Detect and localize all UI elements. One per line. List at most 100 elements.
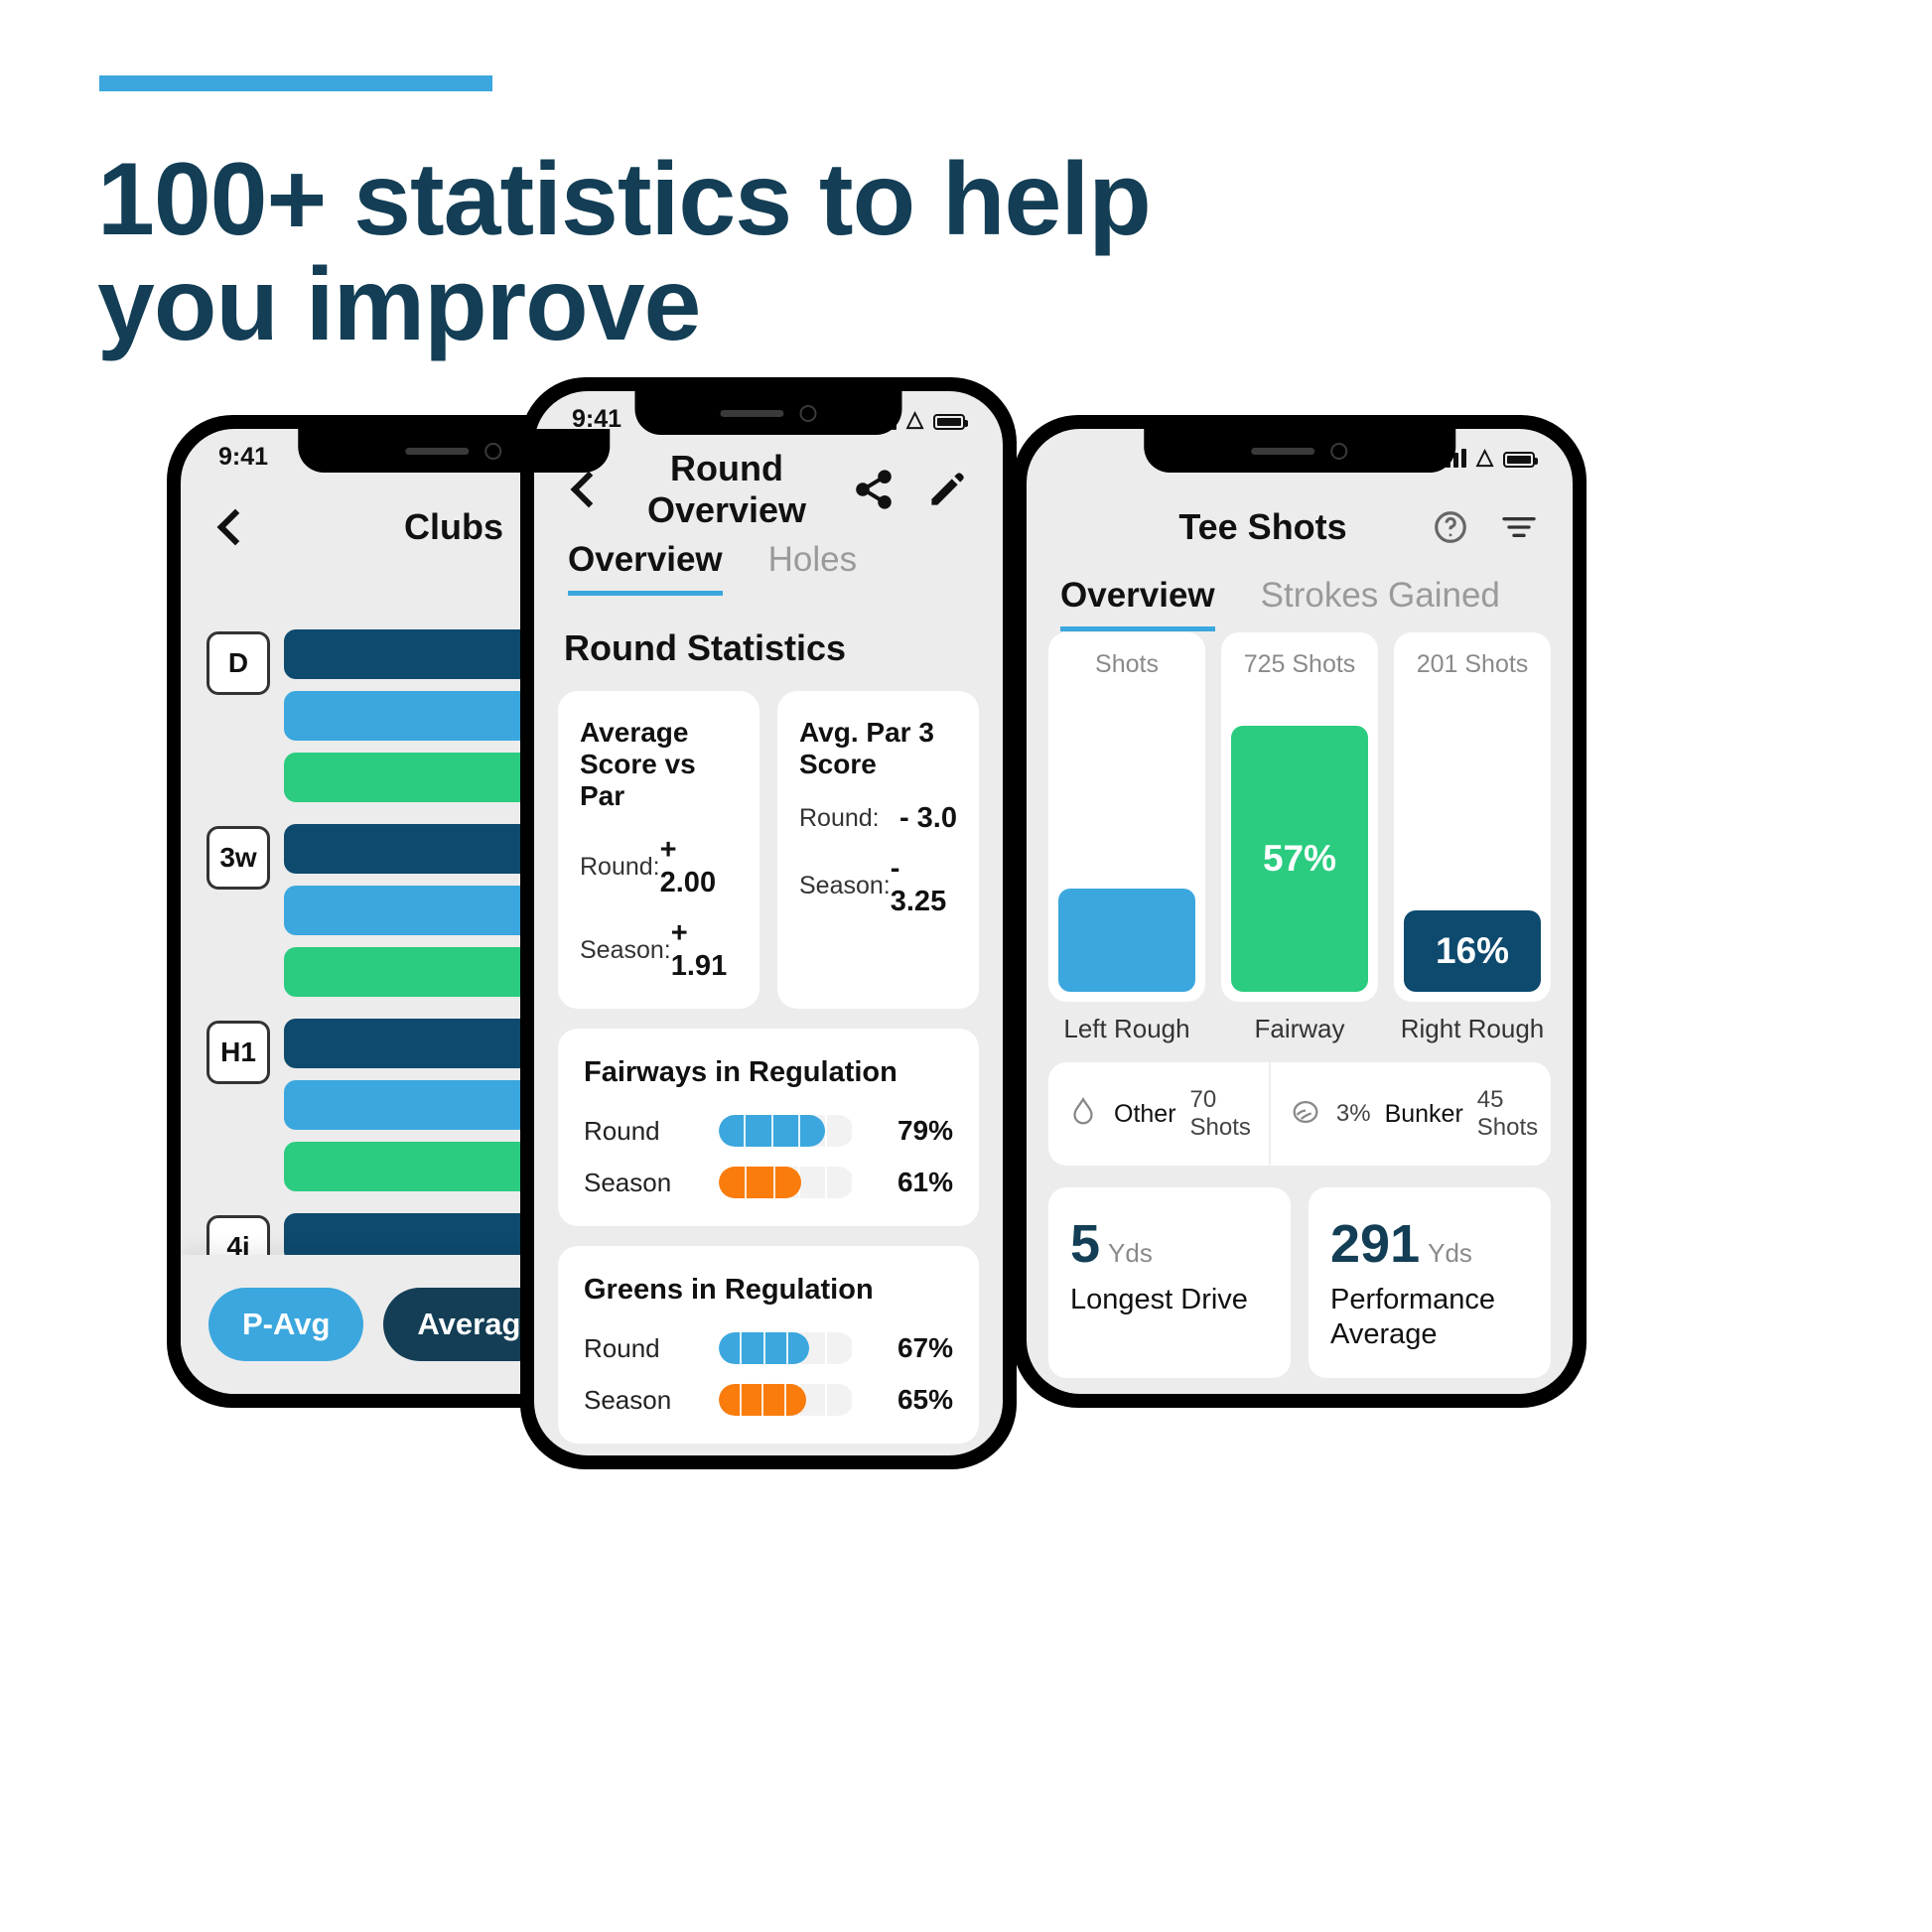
stat-tile-longest-drive[interactable]: 5 Yds Longest Drive xyxy=(1048,1187,1291,1378)
card-row: Round: - 3.0 xyxy=(799,802,957,835)
surface-title: Bunker xyxy=(1384,1099,1463,1128)
shot-count: 201 Shots xyxy=(1416,650,1529,678)
camera-icon xyxy=(799,404,817,422)
round-overview-body: Round Statistics Average Score vs Par Ro… xyxy=(534,612,1003,1455)
question-circle-icon[interactable] xyxy=(1432,508,1469,546)
progress-fill xyxy=(719,1384,807,1416)
stat-unit: Yds xyxy=(1428,1238,1472,1268)
dispersion-bar xyxy=(1058,888,1195,992)
club-tag: D xyxy=(207,631,270,695)
stat-caption: Longest Drive xyxy=(1070,1284,1248,1315)
stat-tile-performance-average[interactable]: 291 Yds Performance Average xyxy=(1309,1187,1551,1378)
card-row: Season: - 3.25 xyxy=(799,853,957,918)
progress-fill xyxy=(719,1332,810,1364)
progress-track xyxy=(719,1384,854,1416)
tab-overview[interactable]: Overview xyxy=(1060,576,1215,631)
chevron-left-icon[interactable] xyxy=(214,510,248,544)
surface-rows: Other 70 Shots 3% Bunker 45 Shots xyxy=(1048,1062,1551,1166)
stat-row-round: Round 79% xyxy=(584,1115,953,1147)
stat-row-round: Round 67% xyxy=(584,1332,953,1364)
surface-row-other[interactable]: Other 70 Shots xyxy=(1048,1062,1269,1166)
stat-unit: Yds xyxy=(1108,1238,1153,1268)
dispersion-card: 725 Shots 57% xyxy=(1221,632,1378,1002)
surface-pct: 3% xyxy=(1335,1100,1371,1127)
filter-icon[interactable] xyxy=(1499,507,1539,547)
wifi-icon: △ xyxy=(1476,444,1493,469)
row-key: Season: xyxy=(580,935,671,964)
row-label: Round xyxy=(584,1115,660,1146)
dispersion-col-right-rough[interactable]: 201 Shots 16% Right Rough xyxy=(1394,632,1551,1044)
dispersion-col-left-rough[interactable]: Shots Left Rough xyxy=(1048,632,1205,1044)
pencil-icon[interactable] xyxy=(925,468,969,511)
phone-round-overview: 9:41 △ Round Overview Overview Holes Rou… xyxy=(520,377,1017,1469)
card-avg-par-3-score[interactable]: Avg. Par 3 Score Round: - 3.0 Season: - … xyxy=(777,691,979,1009)
share-icon[interactable] xyxy=(852,468,896,511)
nav-actions xyxy=(1432,507,1539,547)
row-percent: 67% xyxy=(897,1332,953,1363)
status-time: 9:41 xyxy=(218,442,269,471)
filter-pill-p-avg[interactable]: P-Avg xyxy=(208,1288,364,1361)
row-key: Season: xyxy=(799,871,891,899)
tee-shots-screen: 9:41 △ Tee Shots xyxy=(1027,429,1573,1394)
card-greens-in-regulation[interactable]: Greens in Regulation Round 67% Season 65… xyxy=(558,1246,979,1444)
dispersion-label: Right Rough xyxy=(1400,1014,1545,1043)
page-title: 100+ statistics to help you improve xyxy=(97,147,1388,357)
row-key: Round: xyxy=(799,804,880,832)
promo-canvas: 100+ statistics to help you improve 9:41… xyxy=(0,0,1932,1932)
row-key: Round: xyxy=(580,852,660,881)
speaker-icon xyxy=(720,409,784,417)
dispersion-bar: 57% xyxy=(1231,726,1368,992)
card-fairways-in-regulation[interactable]: Fairways in Regulation Round 79% Season xyxy=(558,1029,979,1226)
tab-strokes-gained[interactable]: Strokes Gained xyxy=(1261,576,1500,631)
accent-bar xyxy=(99,75,492,91)
club-tag: 3w xyxy=(207,826,270,890)
water-icon xyxy=(1066,1095,1100,1134)
shot-count: Shots xyxy=(1095,650,1159,678)
speaker-icon xyxy=(405,447,470,455)
card-title: Avg. Par 3 Score xyxy=(799,717,934,779)
dispersion-label: Left Rough xyxy=(1063,1014,1190,1043)
row-value: - 3.0 xyxy=(898,802,957,834)
card-title: Fairways in Regulation xyxy=(584,1056,897,1088)
headline-line-1: 100+ statistics to help xyxy=(97,142,1152,257)
card-row: Season: + 1.91 xyxy=(580,917,738,983)
progress-track xyxy=(719,1332,854,1364)
stat-row-season: Season 65% xyxy=(584,1384,953,1416)
speaker-icon xyxy=(1251,447,1315,455)
tab-holes[interactable]: Holes xyxy=(768,540,857,596)
section-title: Round Statistics xyxy=(564,627,847,668)
nav-actions xyxy=(852,468,969,511)
card-title: Average Score vs Par xyxy=(580,717,696,811)
stat-value: 5 xyxy=(1070,1214,1101,1274)
bunker-icon xyxy=(1289,1095,1322,1134)
dispersion-bar: 16% xyxy=(1404,910,1541,992)
surface-title: Other xyxy=(1114,1099,1176,1128)
dispersion-card: Shots xyxy=(1048,632,1205,1002)
battery-icon xyxy=(1503,452,1538,468)
summary-cards: Average Score vs Par Round: + 2.00 Seaso… xyxy=(558,691,979,1009)
row-label: Round xyxy=(584,1332,660,1363)
stat-row-season: Season 61% xyxy=(584,1167,953,1198)
round-overview-tabs[interactable]: Overview Holes xyxy=(534,540,1003,596)
wifi-icon: △ xyxy=(906,406,923,431)
card-average-score-vs-par[interactable]: Average Score vs Par Round: + 2.00 Seaso… xyxy=(558,691,759,1009)
row-percent: 65% xyxy=(897,1384,953,1415)
dispersion-col-fairway[interactable]: 725 Shots 57% Fairway xyxy=(1221,632,1378,1044)
row-label: Season xyxy=(584,1167,672,1197)
card-row: Round: + 2.00 xyxy=(580,834,738,899)
tee-shots-body: Shots Left Rough 725 Shots 57% Fairway 2… xyxy=(1027,627,1573,1394)
round-overview-screen: 9:41 △ Round Overview Overview Holes Rou… xyxy=(534,391,1003,1455)
tee-shots-tabs[interactable]: Overview Strokes Gained xyxy=(1027,576,1573,631)
notch xyxy=(1144,429,1455,473)
stat-caption: Performance Average xyxy=(1330,1284,1496,1350)
tab-overview[interactable]: Overview xyxy=(568,540,723,596)
progress-fill xyxy=(719,1167,801,1198)
phone-tee-shots: 9:41 △ Tee Shots xyxy=(1013,415,1587,1408)
surface-row-bunker[interactable]: 3% Bunker 45 Shots xyxy=(1268,1062,1556,1166)
headline-line-2: you improve xyxy=(97,247,701,363)
surface-shots: 70 Shots xyxy=(1189,1086,1251,1141)
stat-value: 291 xyxy=(1330,1214,1421,1274)
row-percent: 61% xyxy=(897,1167,953,1197)
dispersion-card: 201 Shots 16% xyxy=(1394,632,1551,1002)
tee-shots-navbar: Tee Shots xyxy=(1027,484,1573,570)
